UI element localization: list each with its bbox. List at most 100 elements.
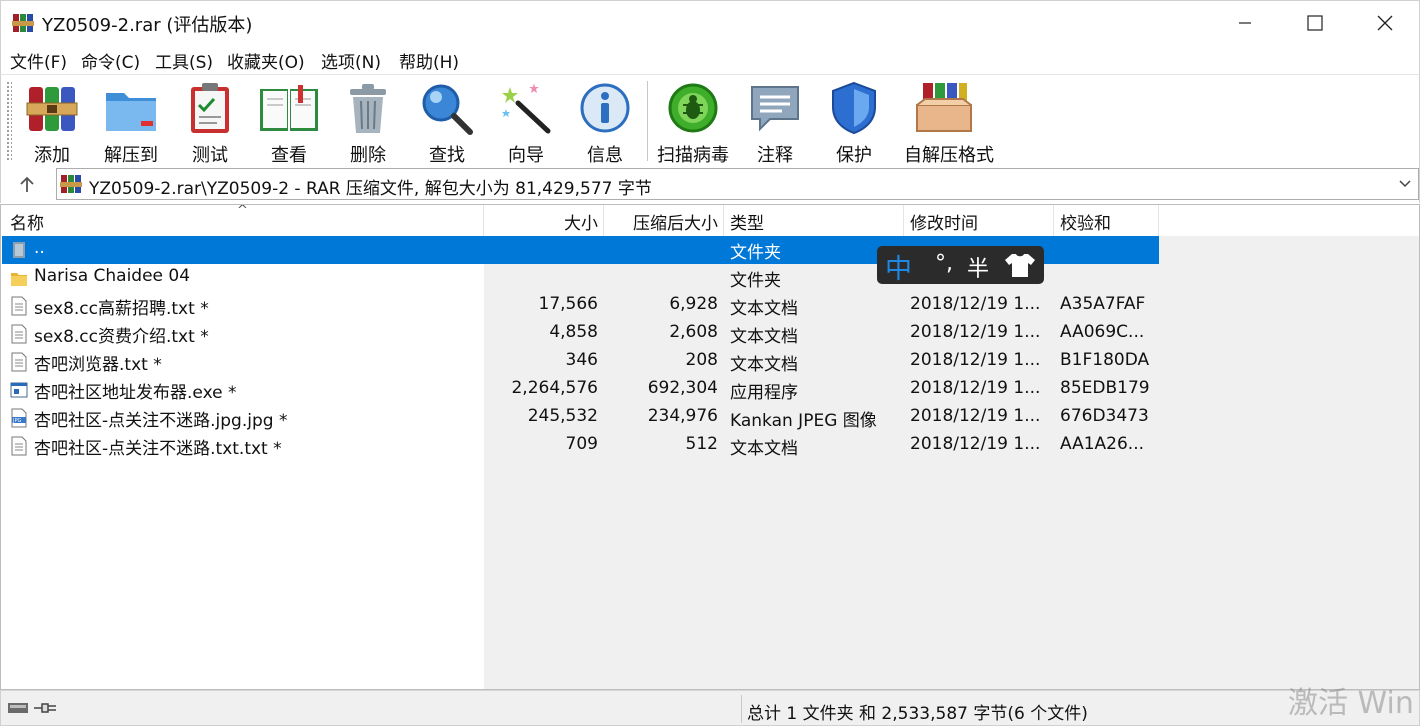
cell-crc: AA069C... — [1060, 322, 1145, 342]
status-drive-icons — [8, 703, 56, 713]
file-row[interactable]: sex8.cc高薪招聘.txt * 17,566 6,928 文本文档 2018/12/… — [2, 292, 1159, 320]
cell-type: 文本文档 — [730, 327, 798, 347]
find-button[interactable]: 查找 — [408, 81, 486, 166]
cell-size: 17,566 — [538, 294, 598, 314]
sfx-button[interactable]: 自解压格式 — [904, 81, 994, 166]
delete-button[interactable]: 删除 — [329, 81, 407, 166]
delete-label: 删除 — [350, 145, 386, 166]
cell-packed: 234,976 — [647, 406, 718, 426]
column-name[interactable]: 名称 — [10, 209, 44, 234]
file-row[interactable]: 杏吧社区地址发布器.exe * 2,264,576 692,304 应用程序 2018/… — [2, 376, 1159, 404]
file-row[interactable]: sex8.cc资费介绍.txt * 4,858 2,608 文本文档 2018/12/1… — [2, 320, 1159, 348]
comment-button[interactable]: 注释 — [736, 81, 814, 166]
maximize-button[interactable] — [1280, 1, 1350, 45]
cell-size: 245,532 — [527, 406, 598, 426]
ime-skin-icon[interactable] — [1004, 252, 1036, 278]
view-button[interactable]: 查看 — [250, 81, 328, 166]
ime-punctuation[interactable]: °, — [935, 251, 953, 276]
text-file-icon — [10, 296, 28, 316]
menu-favorites[interactable]: 收藏夹(O) — [227, 48, 305, 73]
test-label: 测试 — [192, 145, 228, 166]
minimize-button[interactable] — [1210, 1, 1280, 45]
test-button[interactable]: 测试 — [171, 81, 249, 166]
file-row[interactable]: 杏吧社区-点关注不迷路.txt.txt * 709 512 文本文档 2018/12/1… — [2, 432, 1159, 460]
cell-size: 709 — [565, 434, 598, 454]
maximize-icon — [1307, 15, 1323, 31]
column-divider[interactable] — [903, 205, 904, 236]
magic-wand-icon — [502, 83, 551, 134]
toolbar-separator — [647, 81, 648, 161]
ime-mode[interactable]: 中 — [885, 247, 912, 286]
virus-scan-icon — [668, 83, 718, 133]
menu-options[interactable]: 选项(N) — [321, 48, 381, 73]
cell-name: sex8.cc资费介绍.txt * — [34, 327, 209, 347]
cell-packed: 208 — [685, 350, 718, 370]
protect-button[interactable]: 保护 — [815, 81, 893, 166]
column-size[interactable]: 大小 — [484, 209, 598, 234]
extract-to-button[interactable]: 解压到 — [92, 81, 170, 166]
cell-type: 文本文档 — [730, 355, 798, 375]
cell-packed: 6,928 — [669, 294, 718, 314]
add-archive-icon — [26, 87, 78, 131]
cell-modified: 2018/12/19 1... — [910, 406, 1041, 426]
info-button[interactable]: 信息 — [566, 81, 644, 166]
column-crc[interactable]: 校验和 — [1060, 209, 1111, 234]
close-icon — [1377, 15, 1393, 31]
file-row[interactable]: JPG 杏吧社区-点关注不迷路.jpg.jpg * 245,532 234,976 Ka… — [2, 404, 1159, 432]
close-button[interactable] — [1350, 1, 1420, 45]
menu-help[interactable]: 帮助(H) — [399, 48, 459, 73]
cell-name: 杏吧社区地址发布器.exe * — [34, 383, 237, 403]
menu-tools[interactable]: 工具(S) — [155, 48, 213, 73]
column-divider[interactable] — [1053, 205, 1054, 236]
column-modified[interactable]: 修改时间 — [910, 209, 978, 234]
info-icon — [580, 83, 630, 133]
cell-crc: A35A7FAF — [1060, 294, 1146, 314]
folder-icon — [10, 268, 28, 288]
cell-name: .. — [34, 238, 45, 258]
cell-modified: 2018/12/19 1... — [910, 350, 1041, 370]
cell-type: Kankan JPEG 图像 — [730, 411, 877, 431]
cell-type: 文本文档 — [730, 439, 798, 459]
virus-scan-button[interactable]: 扫描病毒 — [654, 81, 732, 166]
wizard-button[interactable]: 向导 — [487, 81, 565, 166]
cell-name: 杏吧社区-点关注不迷路.jpg.jpg * — [34, 411, 288, 431]
cell-name: 杏吧社区-点关注不迷路.txt.txt * — [34, 439, 282, 459]
text-file-icon — [10, 324, 28, 344]
column-divider[interactable] — [723, 205, 724, 236]
cell-size: 4,858 — [549, 322, 598, 342]
status-summary: 总计 1 文件夹 和 2,533,587 字节(6 个文件) — [747, 704, 1088, 724]
cell-crc: B1F180DA — [1060, 350, 1150, 370]
address-bar[interactable]: YZ0509-2.rar\YZ0509-2 - RAR 压缩文件, 解包大小为 … — [56, 168, 1419, 200]
address-text: YZ0509-2.rar\YZ0509-2 - RAR 压缩文件, 解包大小为 … — [89, 179, 652, 199]
cell-type: 文件夹 — [730, 271, 781, 291]
status-separator — [741, 695, 742, 723]
sfx-label: 自解压格式 — [904, 145, 994, 166]
ime-toolbar[interactable]: 中 °, 半 — [877, 246, 1044, 286]
column-packed[interactable]: 压缩后大小 — [604, 209, 718, 234]
cell-name: 杏吧浏览器.txt * — [34, 355, 162, 375]
add-button[interactable]: 添加 — [13, 81, 91, 166]
cell-modified: 2018/12/19 1... — [910, 294, 1041, 314]
up-folder-button[interactable] — [11, 171, 43, 199]
sort-ascending-icon: ^ — [237, 204, 248, 218]
menu-file[interactable]: 文件(F) — [10, 48, 67, 73]
exe-file-icon — [10, 380, 28, 400]
shield-icon — [832, 81, 876, 135]
minimize-icon — [1239, 22, 1251, 24]
file-list: ^ 名称 大小 压缩后大小 类型 修改时间 校验和 .. 文件夹 Narisa Ch… — [0, 204, 1420, 690]
chevron-down-icon[interactable] — [1398, 177, 1412, 191]
view-book-icon — [260, 85, 318, 131]
ime-width-toggle[interactable]: 半 — [967, 251, 989, 283]
view-label: 查看 — [271, 145, 307, 166]
cell-crc: 676D3473 — [1060, 406, 1149, 426]
file-row[interactable]: 杏吧浏览器.txt * 346 208 文本文档 2018/12/19 1... B1F1… — [2, 348, 1159, 376]
column-type[interactable]: 类型 — [730, 209, 764, 234]
extract-to-label: 解压到 — [104, 145, 158, 166]
find-label: 查找 — [429, 145, 465, 166]
cell-type: 应用程序 — [730, 383, 798, 403]
magnifier-icon — [422, 84, 473, 135]
menu-commands[interactable]: 命令(C) — [81, 48, 140, 73]
column-divider[interactable] — [1158, 205, 1159, 236]
text-file-icon — [10, 436, 28, 456]
add-label: 添加 — [34, 145, 70, 166]
